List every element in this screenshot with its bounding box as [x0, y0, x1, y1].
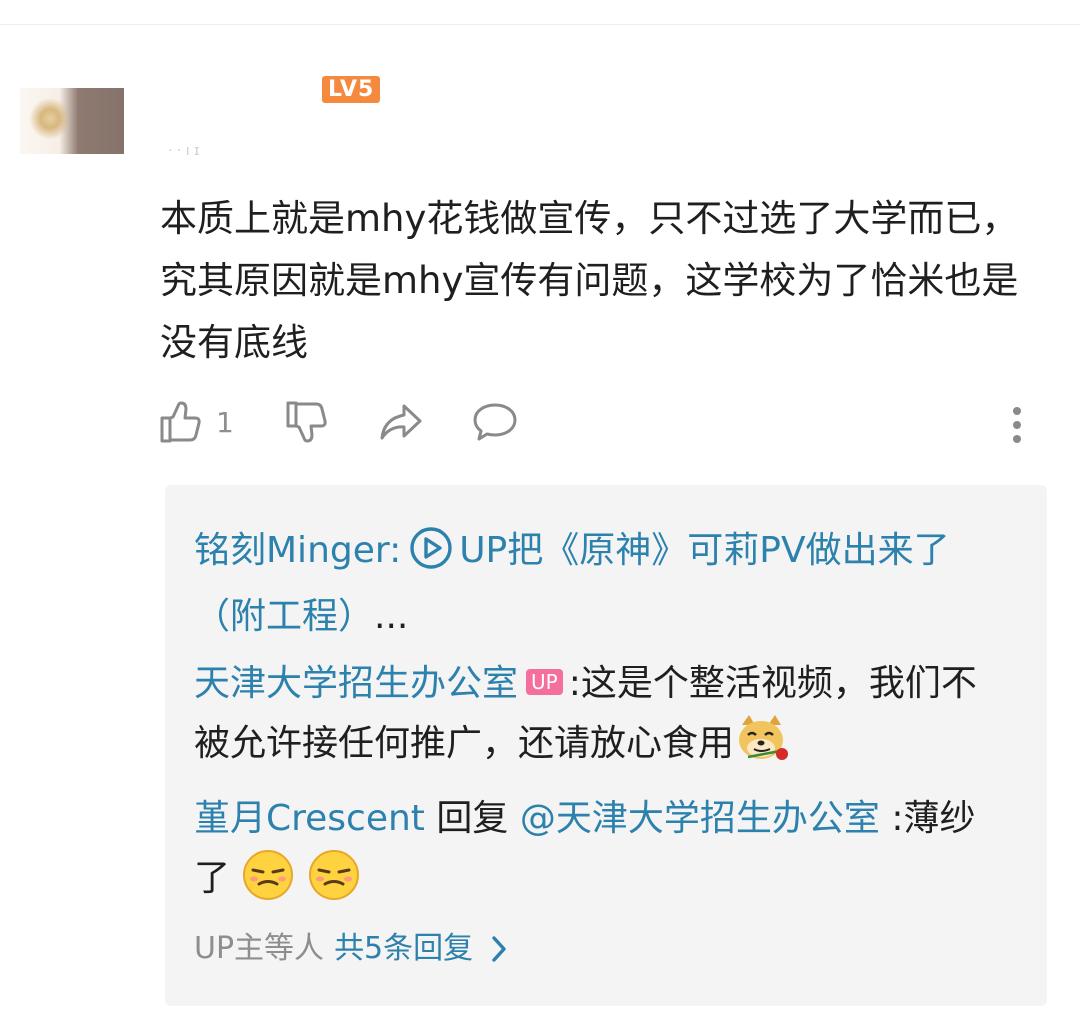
more-vertical-icon: [1013, 407, 1021, 443]
chevron-right-icon: [492, 936, 506, 962]
like-button[interactable]: 1: [160, 400, 234, 444]
level-badge: LV5: [322, 76, 381, 103]
view-more-replies[interactable]: UP主等人 共5条回复: [194, 926, 507, 972]
smirk-face-icon: [307, 848, 361, 920]
avatar[interactable]: [20, 88, 124, 154]
comment-actions: 1: [160, 400, 1040, 450]
reply-separator: :: [568, 663, 581, 704]
more-replies-prefix: UP主等人: [194, 931, 325, 966]
reply-separator: :: [389, 530, 402, 571]
dislike-button[interactable]: [286, 400, 328, 444]
reply-separator: :: [891, 798, 904, 839]
reply-item[interactable]: 天津大学招生办公室 UP:这是个整活视频，我们不被允许接任何推广，还请放心食用: [194, 655, 984, 785]
reply-icon: [473, 403, 517, 441]
reply-item[interactable]: 堇月Crescent 回复 @天津大学招生办公室 :薄纱了: [194, 790, 984, 920]
more-options-button[interactable]: [1010, 406, 1024, 446]
reply-author[interactable]: 铭刻Minger: [194, 530, 389, 571]
smirk-face-icon: [241, 848, 295, 920]
top-divider: [0, 24, 1080, 25]
doge-rose-icon: [734, 713, 790, 785]
comment-meta: · · ı ɪ: [168, 143, 200, 159]
reply-ellipsis: ...: [374, 596, 409, 637]
thumb-up-icon: [160, 401, 201, 443]
thumb-down-icon: [286, 401, 327, 443]
reply-author[interactable]: 天津大学招生办公室: [194, 663, 518, 704]
comment-text: 本质上就是mhy花钱做宣传，只不过选了大学而已，究其原因就是mhy宣传有问题，这…: [160, 197, 1019, 364]
mention-link[interactable]: @天津大学招生办公室: [520, 798, 880, 839]
video-play-icon[interactable]: [409, 526, 453, 588]
share-button[interactable]: [378, 400, 424, 444]
reply-item[interactable]: 铭刻Minger: UP把《原神》可莉PV做出来了（附工程）...: [194, 522, 984, 646]
more-replies-count[interactable]: 共5条回复: [334, 926, 473, 972]
up-badge: UP: [526, 669, 563, 695]
reply-word: 回复: [436, 798, 509, 839]
reply-author[interactable]: 堇月Crescent: [194, 798, 425, 839]
like-count: 1: [216, 405, 234, 439]
share-icon: [380, 404, 422, 440]
reply-button[interactable]: [472, 400, 518, 444]
avatar-image: [28, 98, 68, 144]
